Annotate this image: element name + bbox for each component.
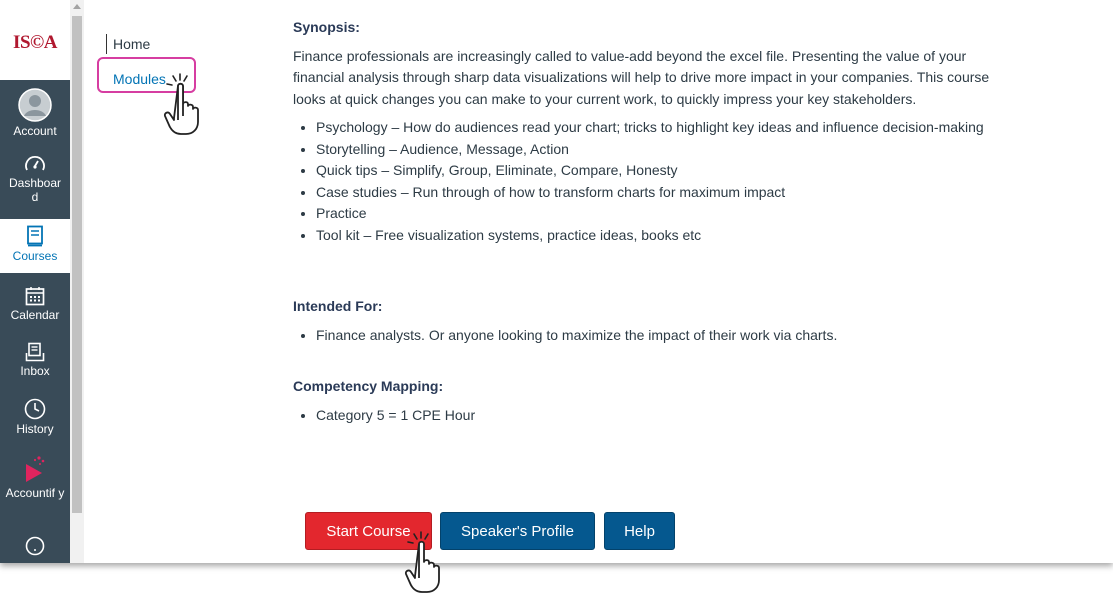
competency-list: Category 5 = 1 CPE Hour (293, 405, 1013, 427)
speakers-profile-button[interactable]: Speaker's Profile (440, 512, 595, 550)
nav-item-inbox[interactable]: Inbox (0, 342, 70, 378)
global-navigation: IS©A Account Dashboar d Courses Calendar… (0, 0, 70, 563)
course-nav-home[interactable]: Home (106, 34, 150, 54)
list-item: Storytelling – Audience, Message, Action (316, 139, 1006, 161)
nav-item-label: Accountif y (5, 486, 65, 500)
inbox-icon (25, 342, 45, 362)
nav-item-label: History (16, 422, 54, 436)
accountify-icon (26, 456, 45, 482)
synopsis-list: Psychology – How do audiences read your … (293, 117, 1006, 246)
nav-item-label: Dashboar d (8, 176, 62, 204)
nav-item-label: Courses (12, 249, 58, 263)
synopsis-heading: Synopsis: (293, 19, 360, 35)
nav-item-help[interactable] (0, 536, 70, 558)
nav-item-courses[interactable]: Courses (0, 219, 70, 273)
nav-item-calendar[interactable]: Calendar (0, 286, 70, 322)
scroll-thumb[interactable] (72, 16, 82, 513)
account-icon (18, 88, 52, 122)
nav-item-accountify[interactable]: Accountif y (0, 454, 70, 500)
intended-list: Finance analysts. Or anyone looking to m… (293, 325, 1013, 347)
list-item: Quick tips – Simplify, Group, Eliminate,… (316, 160, 1006, 182)
list-item: Finance analysts. Or anyone looking to m… (316, 325, 1013, 347)
scrollbar[interactable] (70, 0, 84, 563)
hand-pointer-icon (163, 73, 199, 135)
list-item: Practice (316, 203, 1006, 225)
nav-item-label: Inbox (20, 364, 50, 378)
global-nav-menu: Account Dashboar d Courses Calendar Inbo… (0, 80, 70, 563)
competency-heading: Competency Mapping: (293, 378, 444, 394)
scroll-up-arrow[interactable] (73, 4, 81, 9)
synopsis-text: Finance professionals are increasingly c… (293, 47, 990, 107)
hand-pointer-icon (404, 531, 440, 593)
list-item: Case studies – Run through of how to tra… (316, 182, 1006, 204)
nav-item-account[interactable]: Account (0, 88, 70, 138)
courses-icon (27, 225, 43, 247)
list-item: Category 5 = 1 CPE Hour (316, 405, 1013, 427)
history-icon (24, 398, 46, 420)
nav-item-dashboard[interactable]: Dashboar d (0, 154, 70, 204)
logo[interactable]: IS©A (0, 0, 70, 80)
list-item: Psychology – How do audiences read your … (316, 117, 1006, 139)
help-button[interactable]: Help (604, 512, 675, 550)
nav-item-history[interactable]: History (0, 398, 70, 436)
course-content: Synopsis: Finance professionals are incr… (293, 0, 1013, 426)
logo-text: IS©A (13, 31, 57, 53)
nav-item-label: Calendar (10, 308, 60, 322)
list-item: Tool kit – Free visualization systems, p… (316, 225, 1006, 247)
calendar-icon (25, 287, 45, 306)
dashboard-icon (25, 156, 45, 171)
help-circle-icon (25, 536, 45, 556)
intended-heading: Intended For: (293, 298, 383, 314)
nav-item-label: Account (13, 124, 57, 138)
